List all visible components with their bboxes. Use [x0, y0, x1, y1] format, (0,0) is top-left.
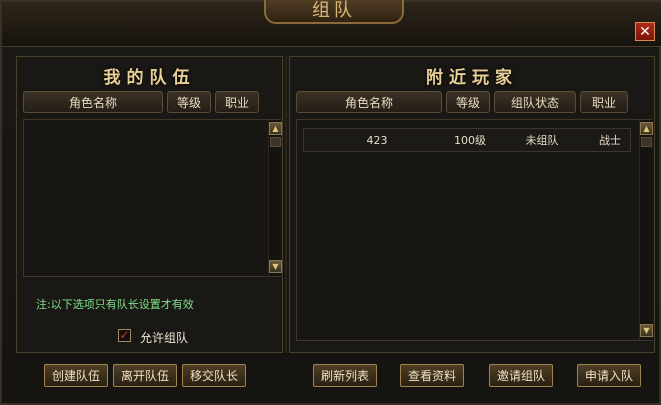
invite-team-button[interactable]: 邀请组队 — [489, 364, 553, 387]
player-status: 未组队 — [525, 134, 559, 147]
create-team-button[interactable]: 创建队伍 — [44, 364, 108, 387]
nearby-col-class[interactable]: 职业 — [580, 91, 628, 113]
nearby-list[interactable]: 423 100级 未组队 战士 ▲ ▼ — [296, 119, 653, 341]
my-team-col-class[interactable]: 职业 — [215, 91, 259, 113]
panel-divider — [285, 56, 287, 353]
nearby-col-level[interactable]: 等级 — [446, 91, 490, 113]
refresh-list-button[interactable]: 刷新列表 — [313, 364, 377, 387]
leader-note: 注:以下选项只有队长设置才有效 — [36, 298, 194, 311]
my-team-col-name[interactable]: 角色名称 — [23, 91, 163, 113]
player-name: 423 — [366, 134, 388, 147]
player-class: 战士 — [599, 134, 621, 147]
player-level: 100级 — [454, 134, 486, 147]
team-window: 组队 ✕ 我的队伍 角色名称 等级 职业 ▲ ▼ 附近玩家 角色名称 等级 组队… — [0, 0, 661, 405]
title-bar: 组队 ✕ — [2, 0, 661, 47]
scroll-up-icon[interactable]: ▲ — [640, 122, 653, 135]
scroll-thumb[interactable] — [641, 137, 652, 147]
leave-team-button[interactable]: 离开队伍 — [113, 364, 177, 387]
my-team-list[interactable]: ▲ ▼ — [23, 119, 282, 277]
nearby-col-status[interactable]: 组队状态 — [494, 91, 576, 113]
table-row[interactable]: 423 100级 未组队 战士 — [303, 128, 631, 152]
scroll-thumb[interactable] — [270, 137, 281, 147]
my-team-scrollbar[interactable]: ▲ ▼ — [268, 120, 282, 276]
transfer-leader-button[interactable]: 移交队长 — [182, 364, 246, 387]
window-title: 组队 — [264, 0, 404, 24]
my-team-col-level[interactable]: 等级 — [167, 91, 211, 113]
view-profile-button[interactable]: 查看资料 — [400, 364, 464, 387]
allow-team-label[interactable]: 允许组队 — [140, 329, 188, 346]
my-team-title: 我的队伍 — [103, 68, 196, 88]
scroll-down-icon[interactable]: ▼ — [640, 324, 653, 337]
scroll-up-icon[interactable]: ▲ — [269, 122, 282, 135]
scroll-down-icon[interactable]: ▼ — [269, 260, 282, 273]
nearby-title: 附近玩家 — [426, 68, 518, 88]
close-button[interactable]: ✕ — [635, 22, 655, 41]
nearby-col-name[interactable]: 角色名称 — [296, 91, 442, 113]
nearby-players-panel: 附近玩家 角色名称 等级 组队状态 职业 423 100级 未组队 战士 ▲ ▼ — [289, 56, 655, 353]
allow-team-checkbox[interactable]: ✓ — [118, 329, 131, 342]
apply-join-button[interactable]: 申请入队 — [577, 364, 641, 387]
nearby-scrollbar[interactable]: ▲ ▼ — [639, 120, 653, 340]
